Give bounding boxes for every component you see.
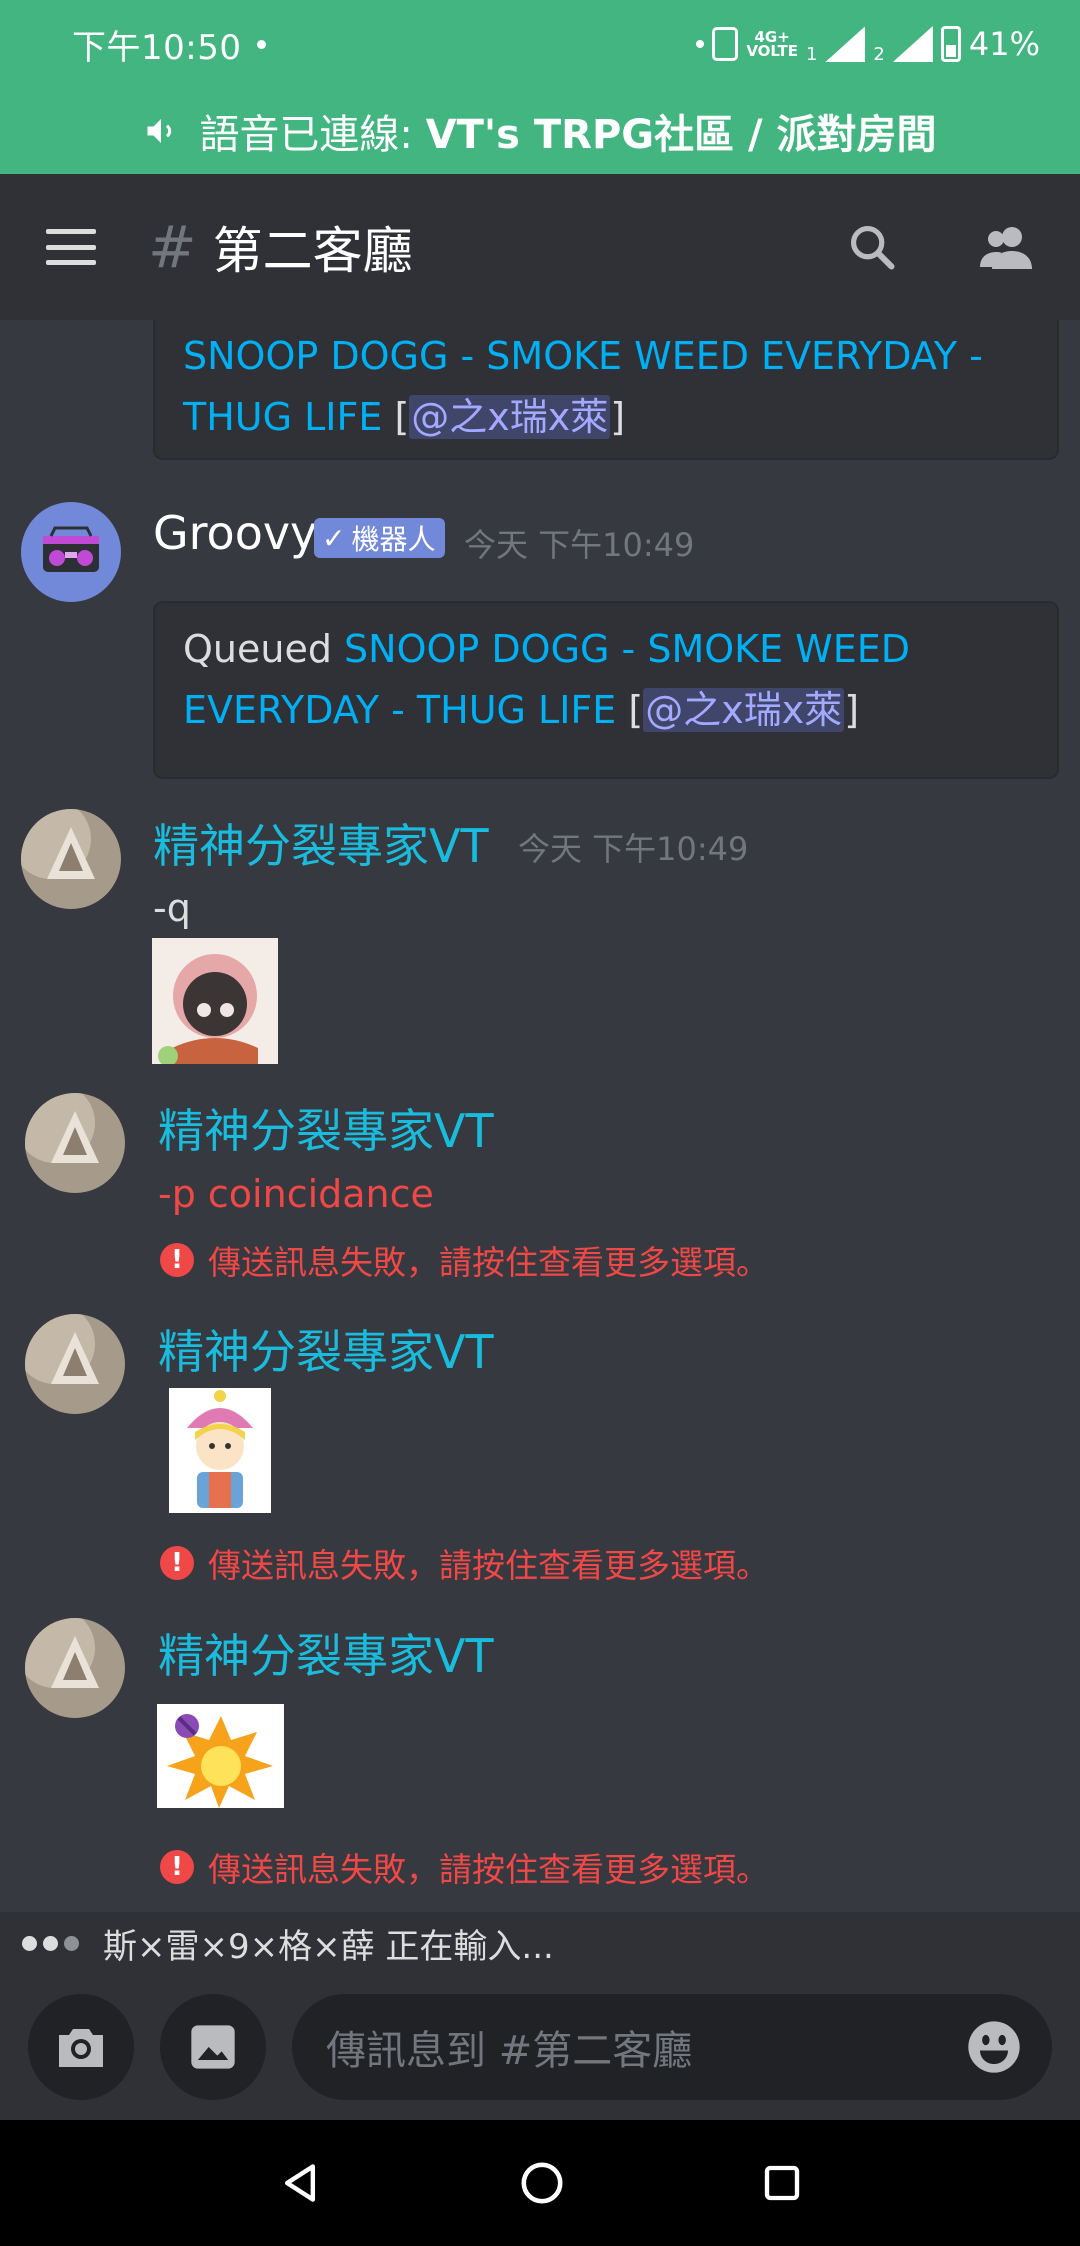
failed-message-text[interactable]: -p coincidance: [158, 1172, 434, 1216]
status-indicators: 4G+ VOLTE 1 2 41%: [696, 24, 1040, 65]
error-icon: !: [160, 1850, 194, 1884]
voice-channel-name: VT's TRPG社區 / 派對房間: [425, 112, 937, 158]
search-icon[interactable]: [846, 221, 898, 273]
speaker-icon: [147, 119, 172, 143]
song-link[interactable]: SNOOP DOGG - SMOKE WEED: [344, 627, 910, 671]
message-input[interactable]: 傳訊息到 #第二客廳: [292, 1994, 1052, 2100]
battery-percent: 41%: [968, 25, 1040, 63]
gallery-button[interactable]: [160, 1994, 266, 2100]
song-link[interactable]: EVERYDAY - THUG LIFE: [183, 688, 616, 732]
avatar[interactable]: [21, 502, 121, 602]
message-timestamp: 今天 下午10:49: [464, 526, 695, 564]
send-failed-notice: ! 傳送訊息失敗，請按住查看更多選項。: [160, 1539, 769, 1587]
error-text: 傳送訊息失敗，請按住查看更多選項。: [208, 1546, 769, 1585]
error-text: 傳送訊息失敗，請按住查看更多選項。: [208, 1850, 769, 1889]
message-timestamp: 今天 下午10:49: [518, 830, 749, 868]
home-icon[interactable]: [519, 2160, 565, 2206]
send-failed-notice: ! 傳送訊息失敗，請按住查看更多選項。: [160, 1236, 769, 1284]
error-icon: !: [160, 1546, 194, 1580]
network-type-icon: 4G+ VOLTE: [746, 30, 798, 60]
user-mention[interactable]: @之x瑞x萊: [643, 688, 845, 732]
volte-label: VOLTE: [746, 42, 798, 60]
recents-icon[interactable]: [762, 2163, 802, 2203]
signal-sim1-icon: [825, 26, 866, 62]
avatar[interactable]: [25, 1093, 125, 1193]
username[interactable]: Groovy: [153, 506, 317, 560]
voice-banner-text: 語音已連線: VT's TRPG社區 / 派對房間: [199, 102, 936, 160]
avatar-image: [21, 809, 121, 909]
error-text: 傳送訊息失敗，請按住查看更多選項。: [208, 1243, 769, 1282]
jester-sticker-image: [169, 1388, 271, 1513]
vibrate-icon: [712, 27, 739, 61]
username[interactable]: 精神分裂專家VT: [158, 1316, 494, 1382]
explosion-sticker-image: [157, 1704, 284, 1808]
notification-dot-icon: [257, 39, 267, 49]
battery-icon: [940, 26, 961, 62]
song-link[interactable]: THUG LIFE: [183, 395, 382, 439]
avatar[interactable]: [21, 809, 121, 909]
notification-dot-icon: [696, 40, 705, 48]
avatar[interactable]: [25, 1618, 125, 1718]
system-nav-bar: [0, 2120, 1080, 2246]
music-embed: SNOOP DOGG - SMOKE WEED EVERYDAY - THUG …: [153, 320, 1059, 460]
username[interactable]: 精神分裂專家VT: [158, 1095, 494, 1161]
camera-button[interactable]: [28, 1994, 134, 2100]
emoji-image[interactable]: [169, 1388, 271, 1513]
bracket: [: [616, 688, 644, 732]
message-text: -q: [153, 886, 191, 930]
channel-title: 第二客廳: [212, 222, 413, 280]
emoji-image[interactable]: [152, 938, 278, 1064]
menu-icon[interactable]: [46, 229, 96, 265]
chibi-sticker-image: [152, 938, 278, 1064]
channel-hash-icon: #: [148, 213, 197, 281]
sim2-label: 2: [873, 43, 885, 65]
sim1-label: 1: [805, 43, 818, 65]
voice-status-label: 語音已連線:: [199, 112, 426, 158]
emoji-icon[interactable]: [966, 2019, 1022, 2075]
queued-label: Queued: [183, 627, 345, 671]
music-embed: Queued SNOOP DOGG - SMOKE WEED EVERYDAY …: [153, 601, 1059, 779]
image-icon: [191, 2025, 235, 2069]
username[interactable]: 精神分裂專家VT: [153, 810, 489, 876]
typing-dots-icon: [22, 1935, 79, 1951]
bracket: ]: [610, 395, 626, 439]
status-time: 下午10:50: [72, 27, 242, 68]
bracket: ]: [844, 688, 860, 732]
status-bar: 下午10:50 4G+ VOLTE 1 2 41%: [0, 0, 1080, 88]
song-link[interactable]: SNOOP DOGG - SMOKE WEED EVERYDAY -: [183, 334, 983, 378]
send-failed-notice: ! 傳送訊息失敗，請按住查看更多選項。: [160, 1843, 769, 1891]
avatar-image: [25, 1314, 125, 1414]
avatar-image: [25, 1093, 125, 1193]
camera-icon: [59, 2029, 103, 2067]
channel-header: # 第二客廳: [0, 174, 1080, 320]
checkmark-icon: ✓: [322, 521, 346, 555]
error-icon: !: [160, 1243, 194, 1277]
user-mention[interactable]: @之x瑞x萊: [409, 395, 611, 439]
back-icon[interactable]: [278, 2161, 322, 2205]
emoji-image[interactable]: [157, 1704, 284, 1808]
message-input-placeholder: 傳訊息到 #第二客廳: [326, 2028, 693, 2074]
bot-badge: ✓ 機器人: [314, 518, 446, 558]
typing-indicator: 斯×雷×9×格×薛 正在輸入...: [0, 1912, 1080, 1974]
typing-text: 斯×雷×9×格×薛 正在輸入...: [103, 1926, 554, 1967]
username[interactable]: 精神分裂專家VT: [158, 1620, 494, 1686]
message-composer: 傳訊息到 #第二客廳: [0, 1974, 1080, 2120]
bot-badge-label: 機器人: [351, 523, 436, 556]
message-list[interactable]: SNOOP DOGG - SMOKE WEED EVERYDAY - THUG …: [0, 320, 1080, 1912]
signal-sim2-icon: [892, 26, 933, 62]
members-icon[interactable]: [978, 221, 1034, 273]
boombox-icon: [43, 526, 99, 572]
avatar[interactable]: [25, 1314, 125, 1414]
bracket: [: [382, 395, 410, 439]
avatar-image: [25, 1618, 125, 1718]
voice-connected-banner[interactable]: 語音已連線: VT's TRPG社區 / 派對房間: [0, 88, 1080, 174]
